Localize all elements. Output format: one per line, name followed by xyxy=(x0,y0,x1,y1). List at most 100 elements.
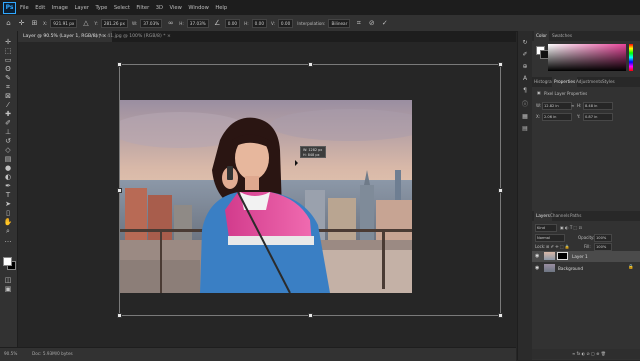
menu-edit[interactable]: Edit xyxy=(35,5,45,11)
properties-width-field[interactable]: 12.82 in xyxy=(542,102,572,110)
commit-icon[interactable]: ✓ xyxy=(380,19,389,28)
y-position-field[interactable]: 281.26 px xyxy=(100,18,128,28)
tab-document-2[interactable]: Layer 41.jpg @ 100% (RGB/8) * × xyxy=(88,31,176,42)
screen-mode-icon[interactable]: ▣ xyxy=(3,285,13,293)
move-tool-icon[interactable]: ✛ xyxy=(17,19,26,28)
visibility-eye-icon[interactable]: ◉ xyxy=(535,253,539,259)
brush-settings-icon[interactable]: ✐ xyxy=(521,51,529,59)
healing-brush-icon[interactable]: ✚ xyxy=(3,110,13,118)
frame-tool-icon[interactable]: ⊠ xyxy=(3,92,13,100)
artboard-tool-icon[interactable]: ⬚ xyxy=(3,47,13,55)
angle-field[interactable]: 0.00 xyxy=(224,18,241,28)
menu-layer[interactable]: Layer xyxy=(74,5,88,11)
menu-image[interactable]: Image xyxy=(52,5,68,11)
marquee-tool-icon[interactable]: ▭ xyxy=(3,56,13,64)
tab-paths[interactable]: Paths xyxy=(570,211,581,221)
properties-y-field[interactable]: 0.87 in xyxy=(583,113,613,121)
eraser-tool-icon[interactable]: ◇ xyxy=(3,146,13,154)
layer-actions-icons[interactable]: ∞ fx ◐ ⊘ ▢ ⊕ 🗑 xyxy=(572,351,606,356)
tab-styles[interactable]: Styles xyxy=(602,77,615,87)
tab-properties[interactable]: Properties xyxy=(552,77,578,87)
paragraph-icon[interactable]: ¶ xyxy=(521,87,529,95)
more-tools-icon[interactable]: … xyxy=(3,236,13,244)
type-tool-icon[interactable]: T xyxy=(3,191,13,199)
interpolation-select[interactable]: Bilinear xyxy=(328,18,351,28)
width-field[interactable]: 37.03% xyxy=(140,18,163,28)
history-brush-icon[interactable]: ↺ xyxy=(3,137,13,145)
quick-mask-icon[interactable]: ◫ xyxy=(3,276,13,284)
zoom-tool-icon[interactable]: ⌕ xyxy=(3,227,13,235)
properties-x-field[interactable]: 2.06 in xyxy=(542,113,572,121)
layer-filter-select[interactable]: Kind xyxy=(535,224,557,232)
transform-handle-top-right[interactable] xyxy=(498,62,503,67)
menu-view[interactable]: View xyxy=(170,5,182,11)
layer-row[interactable]: ◉ Layer 1 xyxy=(532,251,640,262)
transform-handle-bottom-left[interactable] xyxy=(117,313,122,318)
brush-tool-icon[interactable]: ✐ xyxy=(3,119,13,127)
tab-swatches[interactable]: Swatches xyxy=(552,31,572,41)
rectangle-tool-icon[interactable]: ▯ xyxy=(3,209,13,217)
crop-tool-icon[interactable]: ⌗ xyxy=(3,83,13,91)
cancel-icon[interactable]: ⊘ xyxy=(367,19,376,28)
blend-mode-select[interactable]: Normal xyxy=(535,234,565,242)
fill-field[interactable]: 100% xyxy=(594,243,612,251)
filter-icons[interactable]: ▣ ◐ T ⬚ ⊡ xyxy=(560,225,582,230)
x-position-field[interactable]: 921.91 px xyxy=(50,18,78,28)
foreground-color-swatch[interactable] xyxy=(3,257,12,266)
path-select-icon[interactable]: ➤ xyxy=(3,200,13,208)
menu-file[interactable]: File xyxy=(20,5,29,11)
link-dimensions-icon[interactable]: ∞ xyxy=(571,103,574,108)
clone-source-icon[interactable]: ⊕ xyxy=(521,63,529,71)
move-tool-icon[interactable]: ✛ xyxy=(3,38,13,46)
height-field[interactable]: 37.03% xyxy=(186,18,209,28)
blur-tool-icon[interactable]: ● xyxy=(3,164,13,172)
quick-select-tool-icon[interactable]: ✎ xyxy=(3,74,13,82)
menu-3d[interactable]: 3D xyxy=(156,5,163,11)
history-icon[interactable]: ↻ xyxy=(521,39,529,47)
menu-filter[interactable]: Filter xyxy=(136,5,149,11)
menu-type[interactable]: Type xyxy=(95,5,107,11)
clone-stamp-icon[interactable]: ⊥ xyxy=(3,128,13,136)
link-icon[interactable]: ∞ xyxy=(166,19,175,28)
hue-slider[interactable] xyxy=(629,44,633,71)
warp-icon[interactable]: ⌗ xyxy=(354,19,363,28)
gradient-tool-icon[interactable]: ▤ xyxy=(3,155,13,163)
h-skew-field[interactable]: 0.00 xyxy=(251,18,267,28)
reference-point-icon[interactable]: ⊞ xyxy=(30,19,39,28)
lock-icons[interactable]: ⊞ ✐ ✛ ⬚ 🔒 xyxy=(546,244,570,249)
transform-handle-right[interactable] xyxy=(498,188,503,193)
v-skew-field[interactable]: 0.00 xyxy=(277,18,294,28)
tab-channels[interactable]: Channels xyxy=(550,211,569,221)
transform-handle-top[interactable] xyxy=(308,62,313,67)
tab-color[interactable]: Color xyxy=(534,31,549,41)
delta-icon[interactable]: △ xyxy=(81,19,90,28)
dodge-tool-icon[interactable]: ◐ xyxy=(3,173,13,181)
tab-adjustments[interactable]: Adjustments xyxy=(576,77,602,87)
hand-tool-icon[interactable]: ✋ xyxy=(3,218,13,226)
character-icon[interactable]: A xyxy=(521,75,529,83)
menu-help[interactable]: Help xyxy=(215,5,227,11)
lasso-tool-icon[interactable]: ʘ xyxy=(3,65,13,73)
transform-handle-bottom-right[interactable] xyxy=(498,313,503,318)
zoom-level[interactable]: 90.5% xyxy=(4,351,17,356)
opacity-field[interactable]: 100% xyxy=(594,234,612,242)
color-picker-field[interactable] xyxy=(548,44,626,71)
transform-handle-top-left[interactable] xyxy=(117,62,122,67)
info-icon[interactable]: ⓘ xyxy=(521,101,529,109)
menu-select[interactable]: Select xyxy=(114,5,130,11)
transform-bounding-box[interactable] xyxy=(117,62,503,318)
visibility-eye-icon[interactable]: ◉ xyxy=(535,265,539,271)
layer-name[interactable]: Background xyxy=(558,266,583,271)
transform-handle-bottom[interactable] xyxy=(308,313,313,318)
pen-tool-icon[interactable]: ✒ xyxy=(3,182,13,190)
close-icon[interactable]: × xyxy=(167,34,171,39)
menu-window[interactable]: Window xyxy=(188,5,208,11)
eyedropper-tool-icon[interactable]: ⁄ xyxy=(3,101,13,109)
layer-row[interactable]: ◉ Background 🔒 xyxy=(532,263,640,274)
transform-handle-left[interactable] xyxy=(117,188,122,193)
layer-mask-thumbnail[interactable] xyxy=(557,252,568,260)
home-icon[interactable]: ⌂ xyxy=(4,19,13,28)
layer-name[interactable]: Layer 1 xyxy=(572,254,588,259)
layer-comps-icon[interactable]: ▦ xyxy=(521,113,529,121)
properties-height-field[interactable]: 8.48 in xyxy=(583,102,613,110)
